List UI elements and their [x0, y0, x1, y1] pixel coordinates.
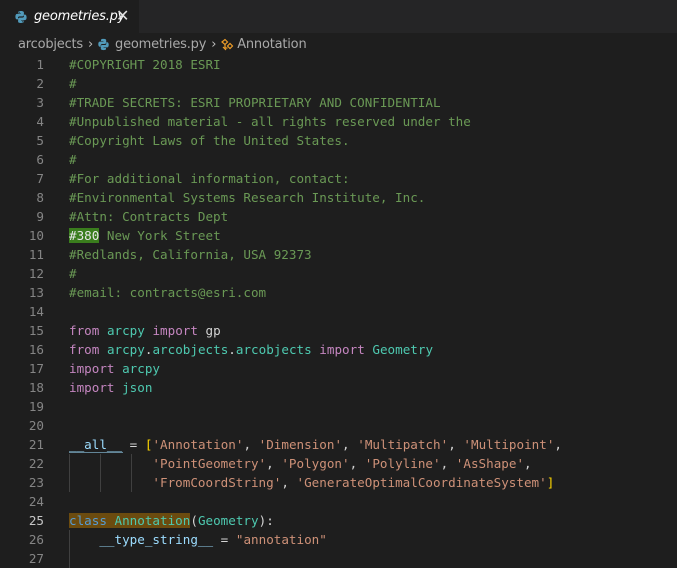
- code-line[interactable]: 4 #Unpublished material - all rights rese…: [0, 112, 677, 131]
- line-number: 21: [28, 437, 44, 452]
- code-text: #: [69, 266, 77, 281]
- line-number: 7: [36, 171, 44, 186]
- code-line[interactable]: 22 'PointGeometry', 'Polygon', 'Polyline…: [0, 454, 677, 473]
- code-text: #For additional information, contact:: [69, 171, 350, 186]
- line-number: 9: [36, 209, 44, 224]
- code-line[interactable]: 23 'FromCoordString', 'GenerateOptimalCo…: [0, 473, 677, 492]
- line-number: 18: [28, 380, 44, 395]
- code-text: from arcpy.arcobjects.arcobjects import …: [69, 342, 434, 357]
- code-text: #380 New York Street: [69, 228, 221, 243]
- code-text: #: [69, 76, 77, 91]
- code-text: __type_string__ = "annotation": [99, 532, 327, 547]
- breadcrumb-folder[interactable]: arcobjects: [18, 37, 83, 52]
- line-number: 26: [28, 532, 44, 547]
- code-line[interactable]: 10 #380 New York Street: [0, 226, 677, 245]
- code-line[interactable]: 2 #: [0, 74, 677, 93]
- code-line[interactable]: 6 #: [0, 150, 677, 169]
- code-line[interactable]: 11 #Redlands, California, USA 92373: [0, 245, 677, 264]
- line-number: 16: [28, 342, 44, 357]
- editor-tab-geometries[interactable]: geometries.py ✕: [0, 0, 139, 33]
- indent-guide: [69, 530, 70, 568]
- code-line[interactable]: 1 #COPYRIGHT 2018 ESRI: [0, 55, 677, 74]
- line-number: 17: [28, 361, 44, 376]
- code-line[interactable]: 5 #Copyright Laws of the United States.: [0, 131, 677, 150]
- breadcrumb-file-label: geometries.py: [115, 37, 207, 52]
- code-line[interactable]: 25 class Annotation(Geometry):: [0, 511, 677, 530]
- line-number: 10: [28, 228, 44, 243]
- line-number: 2: [36, 76, 44, 91]
- symbol-underline: [69, 452, 123, 453]
- code-line[interactable]: 16 from arcpy.arcobjects.arcobjects impor…: [0, 340, 677, 359]
- code-text: #TRADE SECRETS: ESRI PROPRIETARY AND CON…: [69, 95, 441, 110]
- chevron-right-icon: ›: [211, 37, 217, 52]
- line-number: 6: [36, 152, 44, 167]
- indent-guide: [100, 454, 101, 492]
- class-symbol-icon: [221, 38, 234, 50]
- code-text: #Unpublished material - all rights reser…: [69, 114, 471, 129]
- line-number: 3: [36, 95, 44, 110]
- code-line[interactable]: 12 #: [0, 264, 677, 283]
- code-text: import arcpy: [69, 361, 161, 376]
- close-icon[interactable]: ✕: [116, 7, 129, 25]
- code-line[interactable]: 19: [0, 397, 677, 416]
- line-number: 24: [28, 494, 44, 509]
- code-line[interactable]: 21 __all__ = ['Annotation', 'Dimension', …: [0, 435, 677, 454]
- code-line[interactable]: 18 import json: [0, 378, 677, 397]
- line-number: 1: [36, 57, 44, 72]
- line-number: 11: [28, 247, 44, 262]
- line-number: 15: [28, 323, 44, 338]
- line-number: 25: [28, 513, 44, 528]
- breadcrumb-symbol[interactable]: Annotation: [220, 37, 307, 52]
- line-number: 23: [28, 475, 44, 490]
- line-number: 5: [36, 133, 44, 148]
- code-line[interactable]: 3 #TRADE SECRETS: ESRI PROPRIETARY AND CO…: [0, 93, 677, 112]
- code-editor[interactable]: 1 #COPYRIGHT 2018 ESRI 2 #3 #TRADE SECRETS: …: [0, 55, 677, 568]
- code-text: #: [69, 152, 77, 167]
- indent-guide: [131, 454, 132, 492]
- line-number: 27: [28, 551, 44, 566]
- code-line[interactable]: 9 #Attn: Contracts Dept: [0, 207, 677, 226]
- code-text: 'FromCoordString', 'GenerateOptimalCoord…: [152, 475, 555, 490]
- code-line[interactable]: 7 #For additional information, contact:: [0, 169, 677, 188]
- line-number: 13: [28, 285, 44, 300]
- code-text: #Environmental Systems Research Institut…: [69, 190, 426, 205]
- line-number: 22: [28, 456, 44, 471]
- code-text: class Annotation(Geometry):: [69, 513, 274, 528]
- breadcrumb-file[interactable]: geometries.py: [97, 37, 206, 52]
- code-line[interactable]: 24: [0, 492, 677, 511]
- code-line[interactable]: 13 #email: contracts@esri.com: [0, 283, 677, 302]
- code-line[interactable]: 17 import arcpy: [0, 359, 677, 378]
- tab-label: geometries.py: [34, 9, 126, 24]
- line-number: 20: [28, 418, 44, 433]
- code-line[interactable]: 27: [0, 549, 677, 568]
- code-text: __all__ = ['Annotation', 'Dimension', 'M…: [69, 437, 563, 452]
- line-number: 4: [36, 114, 44, 129]
- code-text: import json: [69, 380, 153, 395]
- code-line[interactable]: 8 #Environmental Systems Research Institu…: [0, 188, 677, 207]
- code-text: 'PointGeometry', 'Polygon', 'Polyline', …: [152, 456, 532, 471]
- line-number: 12: [28, 266, 44, 281]
- breadcrumb: arcobjects › geometries.py › Annotation: [0, 33, 677, 56]
- code-line[interactable]: 20: [0, 416, 677, 435]
- code-text: #Redlands, California, USA 92373: [69, 247, 312, 262]
- code-line[interactable]: 15 from arcpy import gp: [0, 321, 677, 340]
- code-line[interactable]: 14: [0, 302, 677, 321]
- code-text: #COPYRIGHT 2018 ESRI: [69, 57, 221, 72]
- code-line[interactable]: 26 __type_string__ = "annotation": [0, 530, 677, 549]
- line-number: 8: [36, 190, 44, 205]
- line-number: 19: [28, 399, 44, 414]
- tab-bar: geometries.py ✕: [0, 0, 677, 33]
- code-text: #Copyright Laws of the United States.: [69, 133, 350, 148]
- python-file-icon: [98, 38, 109, 51]
- python-file-icon: [15, 10, 27, 23]
- code-text: #email: contracts@esri.com: [69, 285, 267, 300]
- breadcrumb-symbol-label: Annotation: [237, 37, 307, 52]
- code-text: #Attn: Contracts Dept: [69, 209, 229, 224]
- indent-guide: [69, 454, 70, 492]
- code-text: from arcpy import gp: [69, 323, 221, 338]
- chevron-right-icon: ›: [88, 37, 94, 52]
- line-number: 14: [28, 304, 44, 319]
